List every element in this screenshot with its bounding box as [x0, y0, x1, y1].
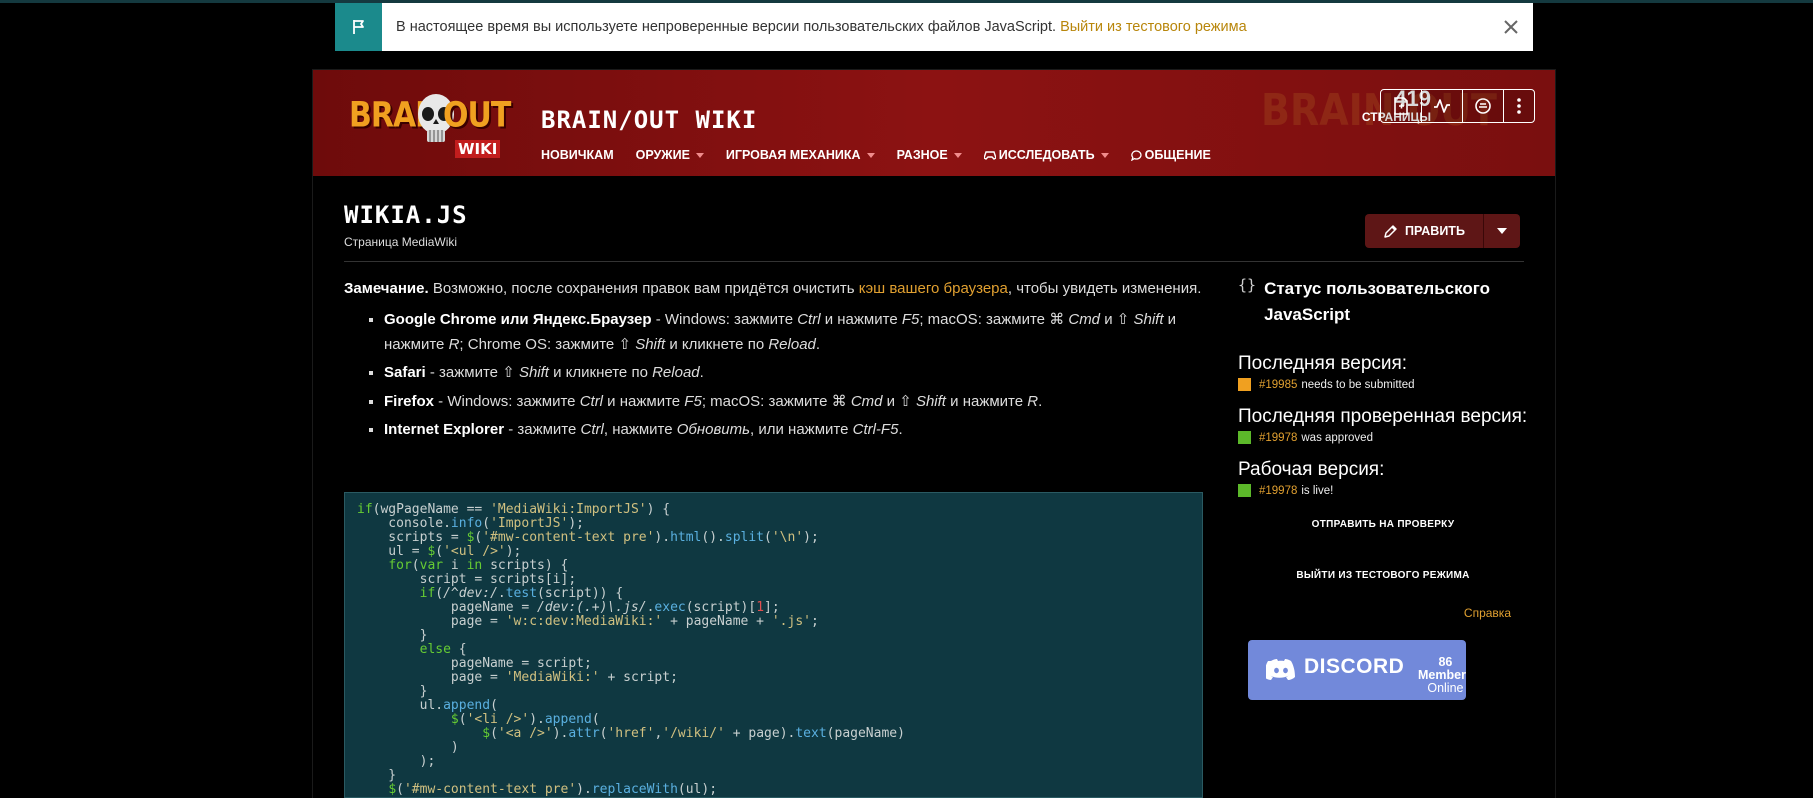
- gamepad-icon: [983, 151, 996, 160]
- chevron-down-icon: [1100, 152, 1109, 158]
- close-icon[interactable]: [1501, 17, 1521, 37]
- nav-item-newbies[interactable]: НОВИЧКАМ: [541, 148, 614, 162]
- community-header: BRAIN OUT BRAIN OUT WIKI BRAIN/OUT WIKI …: [313, 70, 1555, 176]
- note-text-end: , чтобы увидеть изменения.: [1007, 280, 1202, 297]
- note-bold: Замечание.: [344, 280, 429, 297]
- chevron-down-icon: [1497, 228, 1507, 234]
- browser-cache-link[interactable]: кэш вашего браузера: [859, 280, 1008, 297]
- cache-note: Замечание. Возможно, после сохранения пр…: [344, 276, 1204, 302]
- page-namespace: Страница MediaWiki: [344, 235, 458, 249]
- browser-tips-list: Google Chrome или Яндекс.Браузер - Windo…: [344, 308, 1204, 443]
- working-version-row: #19978 is live!: [1238, 484, 1528, 497]
- page-title: WIKIA.JS: [344, 201, 468, 229]
- chevron-down-icon: [866, 152, 875, 158]
- edit-button[interactable]: ПРАВИТЬ: [1365, 214, 1483, 248]
- submit-for-review-button[interactable]: ОТПРАВИТЬ НА ПРОВЕРКУ: [1238, 519, 1528, 530]
- list-item: Google Chrome или Яндекс.Браузер - Windo…: [384, 308, 1204, 357]
- edit-button-group: ПРАВИТЬ: [1365, 214, 1520, 248]
- exit-test-mode-button[interactable]: ВЫЙТИ ИЗ ТЕСТОВОГО РЕЖИМА: [1238, 570, 1528, 581]
- nav-label: ИССЛЕДОВАТЬ: [998, 148, 1095, 162]
- exit-test-mode-link[interactable]: Выйти из тестового режима: [1060, 19, 1247, 35]
- sidebar-title-text: Статус пользовательского JavaScript: [1264, 279, 1491, 324]
- nav-label: ОРУЖИЕ: [635, 148, 690, 162]
- nav-item-weapons[interactable]: ОРУЖИЕ: [636, 148, 704, 162]
- more-menu-button[interactable]: [1503, 89, 1535, 123]
- list-item: Firefox - Windows: зажмите Ctrl и нажмит…: [384, 390, 1204, 415]
- nav-label: ОБЩЕНИЕ: [1144, 148, 1211, 162]
- header-action-buttons: [1380, 89, 1535, 123]
- latest-version-heading: Последняя версия:: [1238, 353, 1408, 374]
- more-vertical-icon: [1517, 98, 1521, 114]
- nav-label: ИГРОВАЯ МЕХАНИКА: [725, 148, 861, 162]
- list-item: Internet Explorer - зажмите Ctrl, нажмит…: [384, 418, 1204, 443]
- chevron-down-icon: [695, 152, 704, 158]
- note-text: Возможно, после сохранения правок вам пр…: [432, 280, 855, 297]
- new-page-icon: [1394, 97, 1408, 115]
- edit-label: ПРАВИТЬ: [1405, 224, 1465, 238]
- testing-mode-banner: В настоящее время вы используете непрове…: [335, 3, 1533, 51]
- nav-item-explore[interactable]: ИССЛЕДОВАТЬ: [983, 148, 1109, 162]
- braces-icon: {}: [1238, 276, 1257, 294]
- nav-item-discuss[interactable]: ОБЩЕНИЕ: [1130, 148, 1211, 162]
- member-count-text: 86 Members: [1418, 655, 1466, 682]
- online-label: Online: [1427, 681, 1464, 695]
- pencil-icon: [1384, 224, 1397, 238]
- code-text: if(wgPageName == 'MediaWiki:ImportJS') {…: [357, 502, 905, 797]
- discussions-button[interactable]: [1462, 89, 1504, 123]
- working-status-text: is live!: [1301, 484, 1334, 497]
- edit-dropdown-button[interactable]: [1483, 214, 1520, 248]
- activity-icon: [1434, 99, 1450, 113]
- discussions-icon: [1475, 98, 1491, 114]
- status-square: [1238, 431, 1251, 444]
- divider: [344, 261, 1524, 262]
- code-block: if(wgPageName == 'MediaWiki:ImportJS') {…: [344, 492, 1203, 798]
- help-link[interactable]: Справка: [1238, 606, 1511, 620]
- main-navigation: НОВИЧКАМ ОРУЖИЕ ИГРОВАЯ МЕХАНИКА РАЗНОЕ …: [541, 148, 1233, 162]
- nav-item-misc[interactable]: РАЗНОЕ: [897, 148, 962, 162]
- nav-label: НОВИЧКАМ: [541, 148, 614, 162]
- latest-status-text: needs to be submitted: [1301, 378, 1415, 391]
- js-status-sidebar: {} Статус пользовательского JavaScript П…: [1238, 276, 1528, 620]
- banner-text: В настоящее время вы используете непрове…: [396, 19, 1057, 35]
- speech-bubble-icon: [1130, 149, 1142, 161]
- banner-message: В настоящее время вы используете непрове…: [396, 19, 1247, 35]
- latest-version-row: #19985 needs to be submitted: [1238, 378, 1528, 391]
- latest-revision-link[interactable]: #19985: [1259, 379, 1297, 391]
- page-content: Замечание. Возможно, после сохранения пр…: [344, 276, 1204, 447]
- checked-version-row: #19978 was approved: [1238, 431, 1528, 444]
- recent-activity-button[interactable]: [1421, 89, 1463, 123]
- chevron-down-icon: [953, 152, 962, 158]
- checked-status-text: was approved: [1301, 431, 1373, 444]
- checked-version-heading: Последняя проверенная версия:: [1238, 406, 1528, 427]
- status-square: [1238, 378, 1251, 391]
- status-square: [1238, 484, 1251, 497]
- wiki-logo[interactable]: BRAIN OUT WIKI: [349, 92, 511, 158]
- logo-wiki-text: WIKI: [455, 140, 501, 158]
- checked-revision-link[interactable]: #19978: [1259, 432, 1297, 444]
- sidebar-title: {} Статус пользовательского JavaScript: [1238, 276, 1528, 328]
- discord-widget[interactable]: DISCORD 86 Members Online: [1248, 640, 1466, 700]
- page-wrapper: BRAIN OUT BRAIN OUT WIKI BRAIN/OUT WIKI …: [312, 69, 1556, 798]
- working-version-heading: Рабочая версия:: [1238, 459, 1385, 480]
- discord-member-count: 86 Members Online: [1418, 656, 1466, 695]
- flag-icon: [335, 3, 382, 51]
- list-item: Safari - зажмите ⇧ Shift и кликнете по R…: [384, 361, 1204, 386]
- working-revision-link[interactable]: #19978: [1259, 485, 1297, 497]
- discord-label: DISCORD: [1304, 655, 1405, 678]
- wiki-title[interactable]: BRAIN/OUT WIKI: [541, 106, 757, 134]
- nav-item-game-mechanics[interactable]: ИГРОВАЯ МЕХАНИКА: [726, 148, 875, 162]
- nav-label: РАЗНОЕ: [896, 148, 948, 162]
- new-page-button[interactable]: [1380, 89, 1422, 123]
- logo-out-text: OUT: [443, 95, 511, 136]
- discord-icon: [1266, 659, 1295, 680]
